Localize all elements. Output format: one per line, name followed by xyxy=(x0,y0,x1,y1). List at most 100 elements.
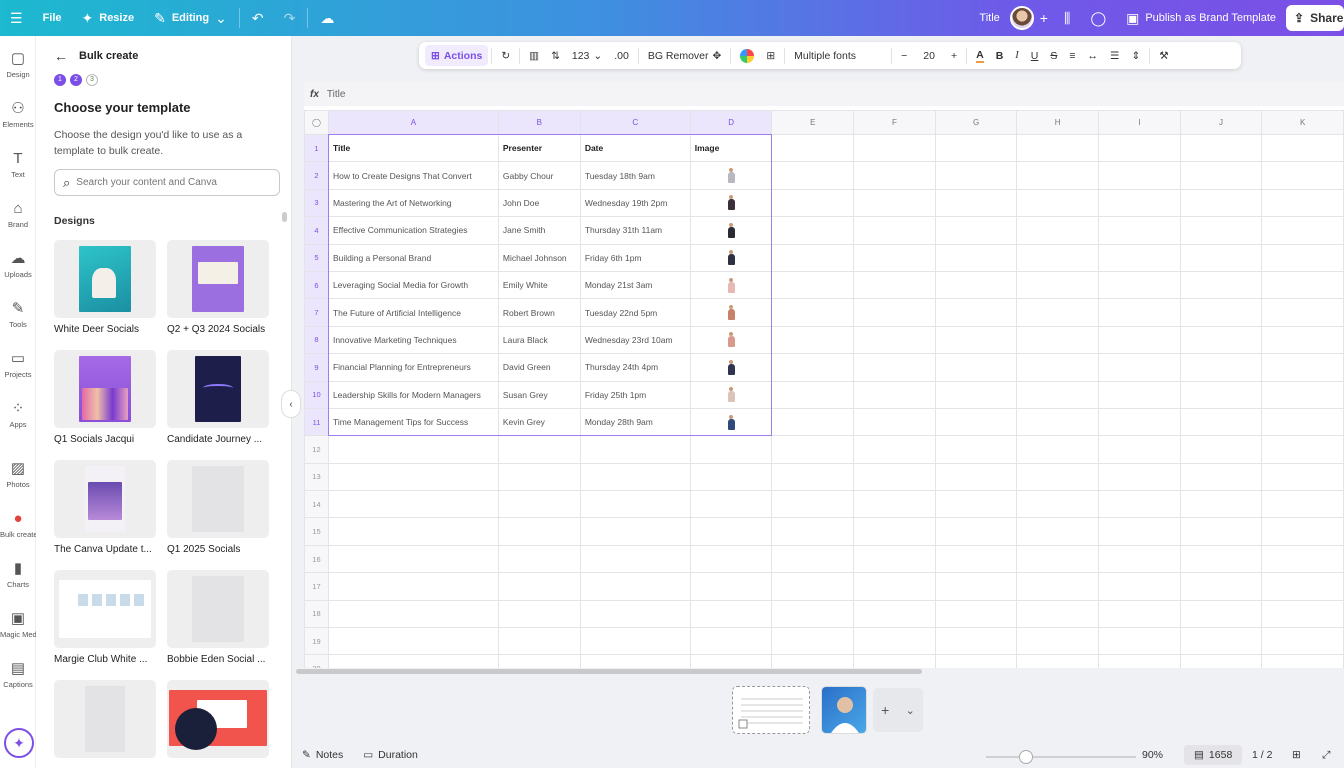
table-cell[interactable] xyxy=(1179,243,1263,272)
font-size-input[interactable]: 20 xyxy=(913,42,945,69)
table-cell[interactable] xyxy=(853,544,936,574)
row-number[interactable]: 11 xyxy=(304,407,329,437)
table-cell[interactable] xyxy=(1016,353,1100,382)
column-header[interactable]: J xyxy=(1179,110,1263,135)
table-cell[interactable] xyxy=(1179,462,1263,492)
design-card[interactable]: Q1 Socials Jacqui xyxy=(54,350,156,445)
table-cell[interactable]: How to Create Designs That Convert xyxy=(327,161,499,190)
pages-view-button[interactable]: ▤ 1658 xyxy=(1184,745,1243,765)
table-button[interactable]: ⊞ xyxy=(760,42,781,69)
table-cell[interactable] xyxy=(1016,490,1100,519)
table-cell[interactable]: Gabby Chour xyxy=(497,161,581,190)
letter-spacing-button[interactable]: ↔ xyxy=(1082,42,1105,69)
table-cell[interactable] xyxy=(1016,599,1100,629)
table-cell[interactable] xyxy=(1098,462,1181,492)
table-cell[interactable] xyxy=(1098,161,1181,190)
table-cell[interactable] xyxy=(1261,572,1344,601)
table-cell[interactable] xyxy=(771,462,855,492)
table-cell[interactable] xyxy=(689,462,773,492)
table-cell[interactable] xyxy=(1098,380,1181,409)
table-cell[interactable] xyxy=(1179,407,1263,437)
table-cell[interactable]: Jane Smith xyxy=(497,216,581,245)
table-cell[interactable] xyxy=(1261,133,1344,163)
table-cell[interactable] xyxy=(327,627,499,656)
table-cell[interactable] xyxy=(853,627,936,656)
table-cell[interactable] xyxy=(771,161,855,190)
rail-elements[interactable]: ⚇ Elements xyxy=(0,100,36,129)
table-cell[interactable] xyxy=(771,298,855,327)
rail-tools[interactable]: ✎ Tools xyxy=(0,300,36,329)
table-cell[interactable] xyxy=(771,243,855,272)
table-cell[interactable]: Kevin Grey xyxy=(497,407,581,437)
list-button[interactable]: ☰ xyxy=(1104,42,1125,69)
column-header[interactable]: H xyxy=(1016,110,1100,135)
table-cell[interactable] xyxy=(689,435,773,464)
table-cell[interactable] xyxy=(1016,654,1100,668)
table-cell[interactable] xyxy=(327,517,499,546)
undo-button[interactable]: ↶ xyxy=(242,0,274,36)
table-cell[interactable] xyxy=(1179,216,1263,245)
design-card[interactable] xyxy=(54,680,156,758)
table-cell[interactable]: Monday 28th 9am xyxy=(579,407,691,437)
row-number[interactable]: 7 xyxy=(304,298,329,327)
table-cell[interactable]: Monday 21st 3am xyxy=(579,270,691,300)
image-cell[interactable] xyxy=(689,380,773,409)
table-cell[interactable] xyxy=(1098,216,1181,245)
table-cell[interactable] xyxy=(1016,627,1100,656)
table-cell[interactable] xyxy=(1179,627,1263,656)
row-number[interactable]: 18 xyxy=(304,599,329,629)
table-cell[interactable] xyxy=(771,599,855,629)
table-cell[interactable] xyxy=(1016,572,1100,601)
table-cell[interactable] xyxy=(1179,298,1263,327)
table-cell[interactable] xyxy=(934,517,1018,546)
row-number[interactable]: 15 xyxy=(304,517,329,546)
rail-magic-media[interactable]: ▣ Magic Media xyxy=(0,610,36,639)
underline-button[interactable]: U xyxy=(1025,42,1045,69)
table-cell[interactable] xyxy=(934,462,1018,492)
plus-icon[interactable]: + xyxy=(881,702,889,718)
table-cell[interactable] xyxy=(1261,216,1344,245)
table-cell[interactable] xyxy=(1016,435,1100,464)
column-header[interactable]: A xyxy=(327,110,499,135)
table-cell[interactable] xyxy=(771,188,855,218)
table-cell[interactable] xyxy=(1016,517,1100,546)
table-cell[interactable] xyxy=(853,462,936,492)
table-cell[interactable] xyxy=(1098,407,1181,437)
table-cell[interactable] xyxy=(1261,353,1344,382)
table-cell[interactable] xyxy=(934,572,1018,601)
row-number[interactable]: 12 xyxy=(304,435,329,464)
table-cell[interactable] xyxy=(1261,435,1344,464)
table-cell[interactable] xyxy=(771,572,855,601)
decimals-button[interactable]: .00 xyxy=(608,42,635,69)
column-header[interactable]: G xyxy=(934,110,1018,135)
design-card[interactable]: Bobbie Eden Social ... xyxy=(167,570,269,665)
table-cell[interactable] xyxy=(689,572,773,601)
table-cell[interactable] xyxy=(1098,435,1181,464)
design-title[interactable]: Title xyxy=(969,0,1009,36)
table-cell[interactable] xyxy=(934,654,1018,668)
table-cell[interactable] xyxy=(934,161,1018,190)
table-cell[interactable] xyxy=(579,627,691,656)
table-cell[interactable] xyxy=(1016,216,1100,245)
table-cell[interactable] xyxy=(497,435,581,464)
table-cell[interactable] xyxy=(853,325,936,355)
table-cell[interactable] xyxy=(497,654,581,668)
table-cell[interactable]: Title xyxy=(327,133,499,163)
table-cell[interactable] xyxy=(579,654,691,668)
table-cell[interactable] xyxy=(853,407,936,437)
table-cell[interactable]: Wednesday 19th 2pm xyxy=(579,188,691,218)
table-cell[interactable] xyxy=(853,380,936,409)
table-cell[interactable] xyxy=(1261,490,1344,519)
rail-photos[interactable]: ▨ Photos xyxy=(0,460,36,489)
table-cell[interactable]: Tuesday 18th 9am xyxy=(579,161,691,190)
table-cell[interactable] xyxy=(934,627,1018,656)
table-cell[interactable] xyxy=(771,627,855,656)
sort-button[interactable]: ⇅ xyxy=(545,42,566,69)
add-page-control[interactable]: + ⌄ xyxy=(873,688,923,732)
table-cell[interactable] xyxy=(771,325,855,355)
number-format-dropdown[interactable]: 123 ⌄ xyxy=(566,42,608,69)
table-cell[interactable] xyxy=(1098,270,1181,300)
table-cell[interactable] xyxy=(934,380,1018,409)
page-thumbnail-design[interactable] xyxy=(821,686,867,734)
table-cell[interactable] xyxy=(1261,188,1344,218)
